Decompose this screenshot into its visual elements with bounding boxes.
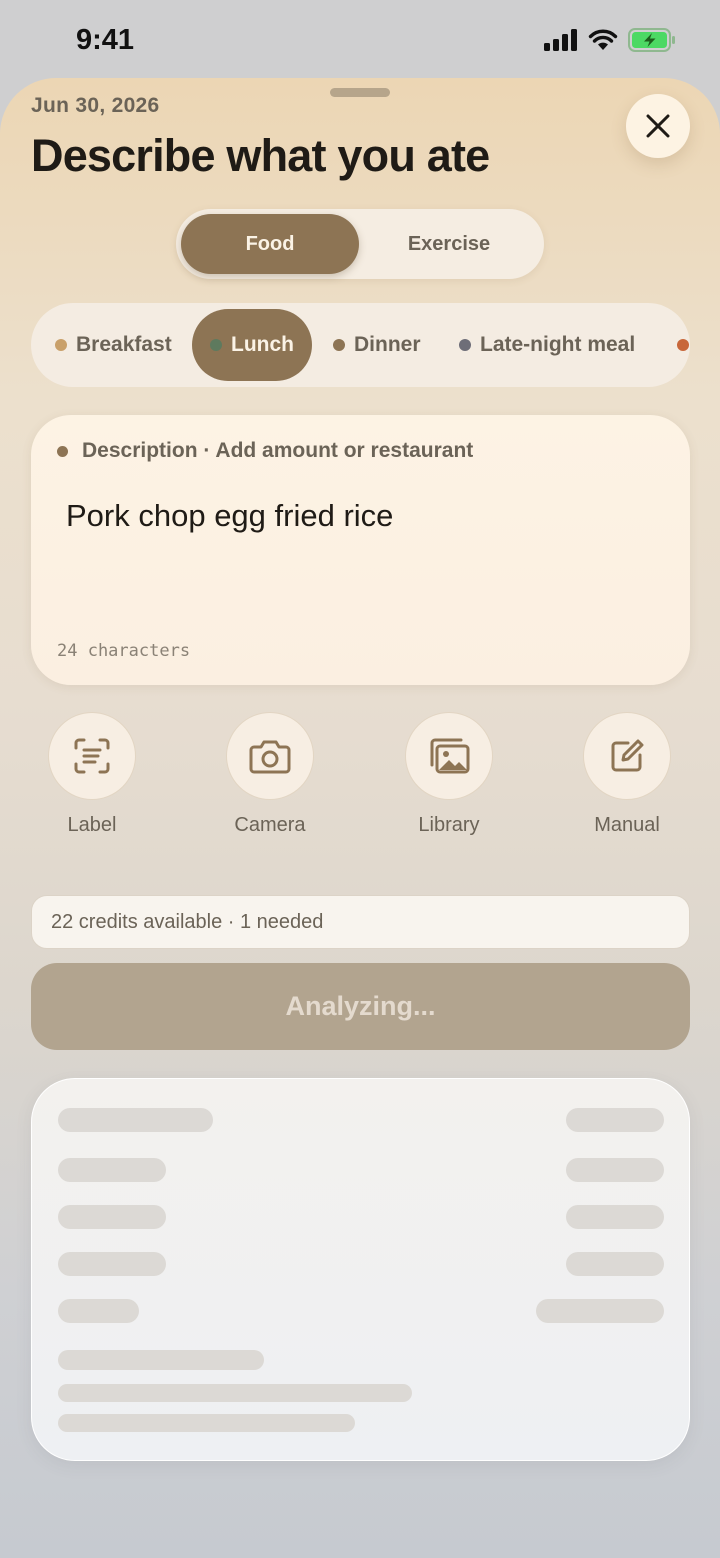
manual-circle[interactable] [583,712,671,800]
skeleton-line [536,1299,664,1323]
skeleton-line [566,1108,664,1132]
nutrition-result-skeleton [31,1078,690,1461]
skeleton-line [58,1384,412,1402]
battery-charging-icon [628,28,675,52]
page-title: Describe what you ate [31,130,490,181]
skeleton-line [58,1108,213,1132]
library-text: Library [418,814,480,836]
skeleton-line [566,1252,664,1276]
camera-circle[interactable] [226,712,314,800]
manual-entry-button[interactable]: Manual [567,712,687,837]
meal-chip-label: Breakfast [76,333,172,356]
meal-chip-dinner[interactable]: Dinner [333,309,421,381]
skeleton-line [58,1252,166,1276]
camera-text: Camera [234,814,306,836]
analyze-button[interactable]: Analyzing... [31,963,690,1050]
close-button[interactable] [626,94,690,158]
entry-date: Jun 30, 2026 [31,94,160,117]
scan-label-circle[interactable] [48,712,136,800]
status-bar: 9:41 [0,0,720,80]
cellular-signal-icon [544,29,577,51]
wifi-icon [588,29,618,50]
meal-type-selector: Breakfast Lunch Dinner Late-night meal [31,303,690,387]
library-button[interactable]: Library [389,712,509,837]
status-icons [544,28,676,52]
meal-dot [333,339,345,351]
skeleton-line [566,1158,664,1182]
meal-dot [210,339,222,351]
scan-label-button[interactable]: Label [32,712,152,837]
edit-icon [611,739,644,772]
status-time: 9:41 [76,24,135,56]
skeleton-line [58,1158,166,1182]
skeleton-line [58,1299,139,1323]
tab-exercise[interactable]: Exercise [359,214,539,274]
meal-chip-breakfast[interactable]: Breakfast [55,309,172,381]
close-icon [646,114,670,138]
meal-dot [459,339,471,351]
meal-dot [677,339,689,351]
description-label: Description · Add amount or restaurant [82,439,474,462]
meal-chip-label: Lunch [231,333,294,356]
manual-text: Manual [594,814,660,836]
meal-chip-label: Dinner [354,333,421,356]
camera-button[interactable]: Camera [210,712,330,837]
meal-chip-more[interactable] [677,309,690,381]
meal-chip-lunch[interactable]: Lunch [192,309,312,381]
sheet-grabber[interactable] [330,88,390,97]
description-label-row: Description · Add amount or restaurant [57,439,473,463]
tab-food[interactable]: Food [181,214,359,274]
log-meal-sheet: Jun 30, 2026 Describe what you ate Food … [0,78,720,1558]
meal-chip-label: Late-night meal [480,333,636,356]
scan-label-text: Label [67,814,117,836]
description-dot [57,445,68,457]
skeleton-line [58,1205,166,1229]
scan-text-icon [74,738,110,774]
meal-dot [55,339,67,351]
character-count: 24 characters [57,641,191,661]
description-input[interactable]: Pork chop egg fried rice [66,498,393,534]
meal-chip-late-night[interactable]: Late-night meal [459,309,635,381]
credits-info: 22 credits available · 1 needed [31,895,690,949]
skeleton-line [566,1205,664,1229]
library-circle[interactable] [405,712,493,800]
skeleton-line [58,1350,264,1370]
skeleton-line [58,1414,355,1432]
camera-icon [249,740,291,774]
photo-library-icon [430,738,470,774]
description-card[interactable]: Description · Add amount or restaurant P… [31,415,690,685]
food-exercise-toggle: Food Exercise [176,209,544,279]
